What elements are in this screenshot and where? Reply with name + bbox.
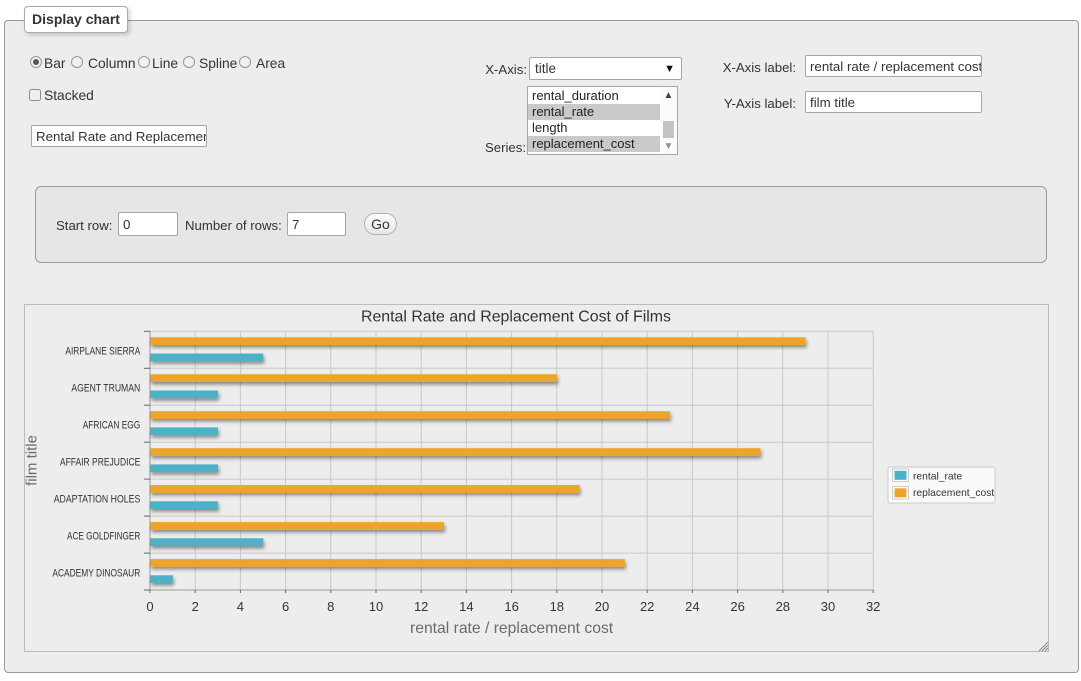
svg-text:replacement_cost: replacement_cost	[913, 488, 994, 499]
svg-text:AIRPLANE SIERRA: AIRPLANE SIERRA	[65, 346, 141, 358]
svg-text:rental_rate: rental_rate	[913, 472, 963, 483]
svg-text:6: 6	[282, 599, 289, 614]
svg-text:28: 28	[776, 599, 790, 614]
svg-text:AFRICAN EGG: AFRICAN EGG	[83, 419, 141, 431]
svg-text:32: 32	[866, 599, 880, 614]
svg-text:30: 30	[821, 599, 835, 614]
svg-text:rental rate / replacement cost: rental rate / replacement cost	[410, 620, 614, 637]
svg-text:26: 26	[730, 599, 744, 614]
svg-text:4: 4	[237, 599, 244, 614]
svg-text:2: 2	[192, 599, 199, 614]
svg-text:12: 12	[414, 599, 428, 614]
svg-text:10: 10	[369, 599, 383, 614]
svg-text:24: 24	[685, 599, 699, 614]
svg-text:22: 22	[640, 599, 654, 614]
svg-text:film title: film title	[24, 435, 41, 486]
svg-text:ADAPTATION HOLES: ADAPTATION HOLES	[54, 493, 141, 505]
svg-text:ACE GOLDFINGER: ACE GOLDFINGER	[67, 530, 141, 542]
svg-text:18: 18	[550, 599, 564, 614]
svg-text:14: 14	[459, 599, 473, 614]
svg-text:AGENT TRUMAN: AGENT TRUMAN	[71, 383, 140, 395]
svg-text:8: 8	[327, 599, 334, 614]
svg-text:ACADEMY DINOSAUR: ACADEMY DINOSAUR	[52, 567, 140, 579]
svg-text:0: 0	[146, 599, 153, 614]
svg-text:16: 16	[504, 599, 518, 614]
svg-text:20: 20	[595, 599, 609, 614]
svg-text:AFFAIR PREJUDICE: AFFAIR PREJUDICE	[60, 456, 140, 468]
svg-text:Rental Rate and Replacement Co: Rental Rate and Replacement Cost of Film…	[361, 309, 671, 326]
